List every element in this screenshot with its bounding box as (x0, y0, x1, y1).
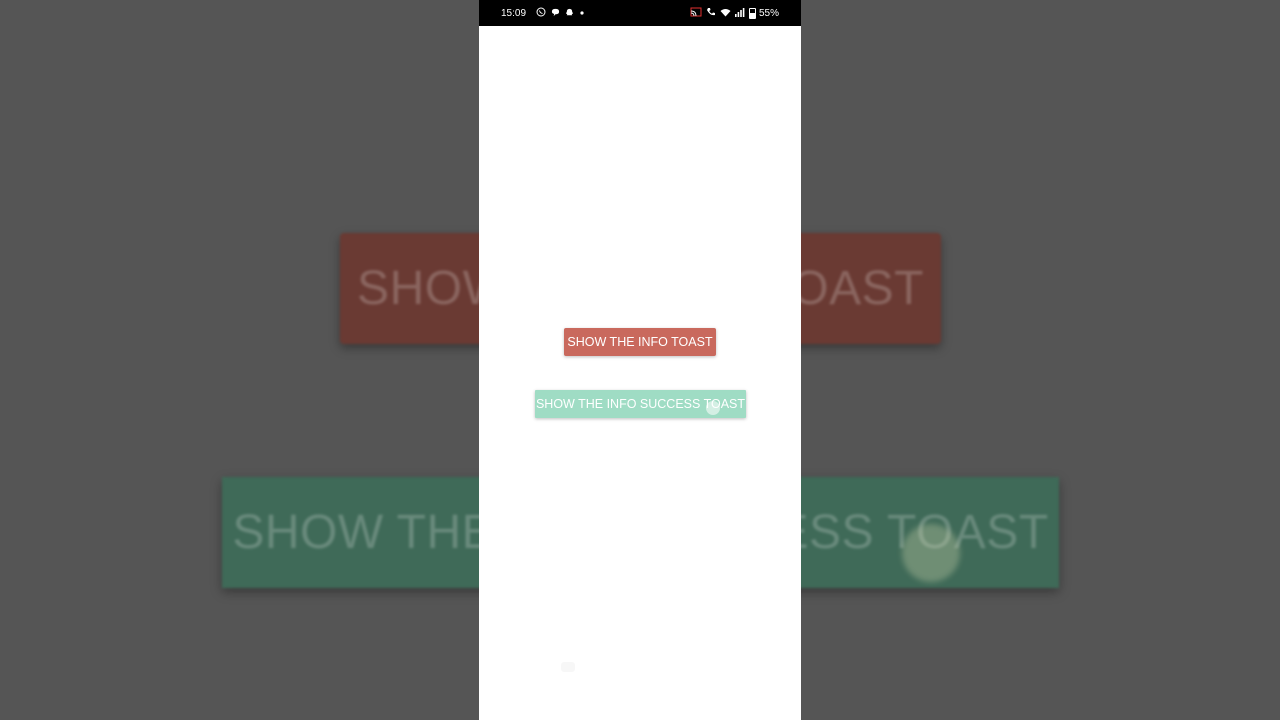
touch-indicator (706, 401, 720, 415)
status-time: 15:09 (501, 7, 527, 19)
status-bar: 15:09 55% (479, 0, 801, 26)
status-right-group: 55% (690, 7, 779, 19)
signal-icon (734, 7, 745, 19)
cast-icon (690, 7, 702, 19)
battery-percent: 55% (758, 7, 779, 19)
dot-icon (579, 9, 585, 18)
chat-bubble-icon (551, 8, 560, 19)
wifi-call-icon (706, 7, 716, 19)
show-info-toast-button[interactable]: SHOW THE INFO TOAST (564, 328, 716, 356)
whatsapp-icon (536, 7, 546, 19)
phone-screen: 15:09 55% SHOW THE INFO TOAST SHOW THE I… (479, 0, 801, 720)
battery-icon (748, 7, 756, 19)
nav-hint (561, 662, 575, 672)
wifi-icon (720, 8, 731, 19)
snapchat-icon (565, 8, 574, 19)
backdrop-touch-indicator (902, 524, 960, 582)
